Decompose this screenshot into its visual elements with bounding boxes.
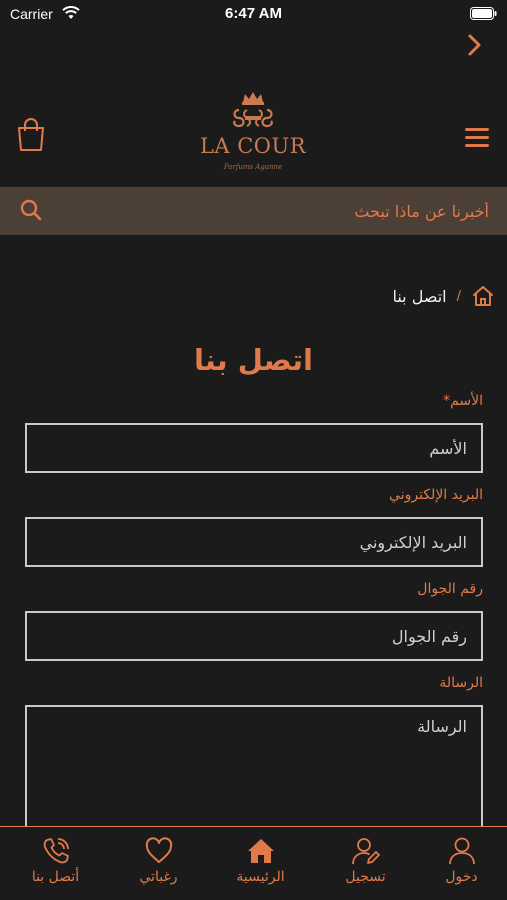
user-icon [449, 837, 475, 865]
nav-contact-label: أتصل بنا [31, 869, 80, 885]
status-bar: Carrier 6:47 AM [0, 0, 507, 30]
hamburger-menu-icon[interactable] [465, 128, 489, 148]
status-time: 6:47 AM [225, 5, 282, 22]
nav-wishlist[interactable]: رغباتي [108, 827, 209, 900]
battery-icon [470, 7, 497, 20]
search-input[interactable] [69, 199, 489, 223]
bottom-nav: أتصل بنا رغباتي الرئيسية تسجيل دخول [0, 826, 507, 900]
message-label: الرسالة [439, 675, 483, 691]
heart-icon [145, 837, 173, 863]
breadcrumb-current: اتصل بنا [392, 286, 447, 306]
phone-field[interactable] [25, 611, 483, 661]
breadcrumb: / اتصل بنا [392, 283, 495, 309]
name-label: الأسم* [443, 393, 483, 409]
crown-emblem-icon [233, 92, 273, 128]
brand-logo[interactable]: LA COUR Parfums Aganne [183, 92, 323, 184]
page-title: اتصل بنا [193, 343, 313, 377]
nav-home-label: الرئيسية [236, 869, 285, 885]
brand-tagline: Parfums Aganne [223, 163, 283, 171]
shopping-bag-icon[interactable] [16, 118, 46, 152]
search-icon[interactable] [19, 198, 43, 222]
nav-login-label: دخول [445, 869, 478, 885]
nav-wishlist-label: رغباتي [139, 869, 178, 885]
search-bar [0, 187, 507, 235]
message-field[interactable] [25, 705, 483, 835]
name-field[interactable] [25, 423, 483, 473]
nav-home[interactable]: الرئيسية [210, 827, 311, 900]
nav-contact[interactable]: أتصل بنا [5, 827, 106, 900]
phone-label: رقم الجوال [417, 581, 483, 597]
home-icon[interactable] [471, 284, 495, 308]
nav-register[interactable]: تسجيل [315, 827, 416, 900]
header: LA COUR Parfums Aganne [0, 88, 507, 186]
phone-icon [43, 838, 69, 864]
user-edit-icon [352, 838, 380, 865]
breadcrumb-separator: / [456, 288, 461, 304]
chevron-right-icon[interactable] [468, 34, 482, 56]
brand-name: LA COUR [199, 134, 307, 158]
nav-register-label: تسجيل [345, 869, 386, 885]
email-label: البريد الإلكتروني [389, 487, 483, 503]
nav-login[interactable]: دخول [411, 827, 507, 900]
home-icon [248, 839, 274, 863]
email-field[interactable] [25, 517, 483, 567]
